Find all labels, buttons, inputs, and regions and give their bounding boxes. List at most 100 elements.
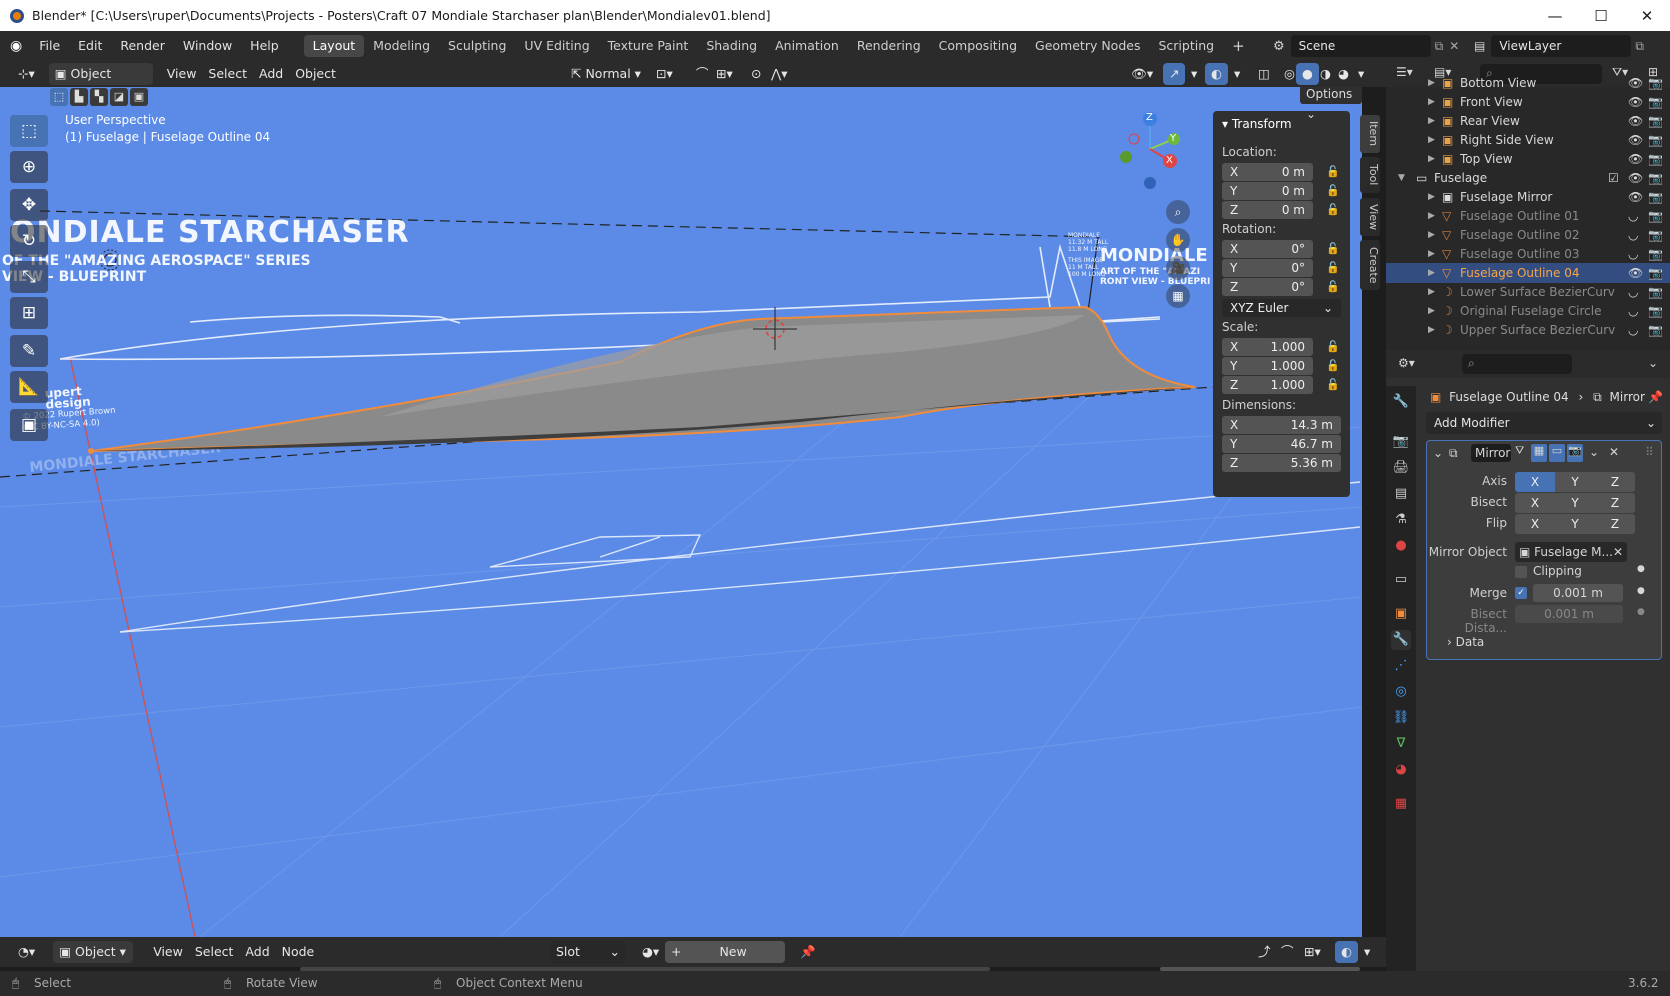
scale-z-field[interactable]: Z 1.000 xyxy=(1222,376,1313,394)
location-x-field[interactable]: X 0 m xyxy=(1222,163,1313,181)
measure-tool-icon[interactable]: 📐 xyxy=(10,371,48,403)
minimize-button[interactable]: — xyxy=(1532,0,1578,31)
outliner-item[interactable]: ▶ ▣ Right Side View 👁 📷 xyxy=(1386,130,1670,150)
drag-handle-icon[interactable]: ⠿ xyxy=(1645,445,1654,459)
chevron-right-icon[interactable]: ▶ xyxy=(1428,192,1435,202)
snap-target-icon[interactable]: ⊞▾ xyxy=(710,63,739,85)
dimensions-y-field[interactable]: Y 46.7 m xyxy=(1222,435,1341,453)
chevron-right-icon[interactable]: ▶ xyxy=(1428,230,1435,240)
menu-edit[interactable]: Edit xyxy=(69,35,111,57)
cursor-tool-icon[interactable]: ⊕ xyxy=(10,151,48,183)
shader-type-dropdown[interactable]: ▣ Object ▾ xyxy=(53,941,134,963)
scale-tool-icon[interactable]: ⤡ xyxy=(10,261,48,293)
keyframe-dot-icon[interactable]: ● xyxy=(1637,607,1645,617)
tab-rendering[interactable]: Rendering xyxy=(848,35,930,57)
outliner-item[interactable]: ▶ ▽ Fuselage Outline 02 ◡ 📷 xyxy=(1386,225,1670,245)
render-camera-icon[interactable]: 📷 xyxy=(1648,228,1663,242)
mirror-object-field[interactable]: ▣ Fuselage M... ✕ xyxy=(1515,542,1627,562)
render-camera-icon[interactable]: 📷 xyxy=(1648,247,1663,261)
lock-icon[interactable]: 🔓 xyxy=(1326,184,1340,197)
add-modifier-dropdown[interactable]: Add Modifier ⌄ xyxy=(1426,412,1662,434)
sidetab-tool[interactable]: Tool xyxy=(1360,157,1380,193)
merge-distance-field[interactable]: 0.001 m xyxy=(1533,584,1623,602)
scale-x-field[interactable]: X 1.000 xyxy=(1222,338,1313,356)
bisect-z-toggle[interactable]: Z xyxy=(1595,493,1635,513)
falloff-icon[interactable]: ⋀▾ xyxy=(765,63,794,85)
flip-x-toggle[interactable]: X xyxy=(1515,514,1555,534)
rotate-tool-icon[interactable]: ↻ xyxy=(10,225,48,257)
bisect-distance-field[interactable]: 0.001 m xyxy=(1515,605,1623,623)
editor-type-icon[interactable]: ⊹▾ xyxy=(12,63,41,85)
tab-shading[interactable]: Shading xyxy=(697,35,766,57)
transform-header[interactable]: ▾ Transform xyxy=(1222,117,1292,131)
chevron-right-icon[interactable]: ▶ xyxy=(1428,135,1435,145)
clear-icon[interactable]: ✕ xyxy=(1613,542,1623,562)
tab-sculpting[interactable]: Sculpting xyxy=(439,35,515,57)
visibility-eye-icon[interactable]: ◡ xyxy=(1628,285,1638,299)
physics-tab-icon[interactable]: ◎ xyxy=(1391,682,1411,702)
visibility-eye-icon[interactable]: ◡ xyxy=(1628,247,1638,261)
outliner-item[interactable]: ▼ ▭ Fuselage ☑ 👁 📷 xyxy=(1386,168,1670,188)
gizmo-dropdown-icon[interactable]: ▾ xyxy=(1185,63,1203,85)
pin-icon[interactable]: 📌 xyxy=(1648,390,1663,404)
tab-layout[interactable]: Layout xyxy=(303,35,365,57)
output-tab-icon[interactable]: 🖨 xyxy=(1391,458,1411,478)
visibility-eye-icon[interactable]: 👁 xyxy=(1628,133,1643,147)
render-camera-icon[interactable]: 📷 xyxy=(1648,152,1663,166)
lock-icon[interactable]: 🔓 xyxy=(1326,340,1340,353)
collapse-chevron-icon[interactable]: ⌄ xyxy=(1433,446,1443,460)
visibility-eye-icon[interactable]: ◡ xyxy=(1628,209,1638,223)
chevron-right-icon[interactable]: ▶ xyxy=(1428,306,1435,316)
outliner-item[interactable]: ▶ ▽ Fuselage Outline 01 ◡ 📷 xyxy=(1386,206,1670,226)
flip-z-toggle[interactable]: Z xyxy=(1595,514,1635,534)
chevron-right-icon[interactable]: ▶ xyxy=(1428,287,1435,297)
menu-add[interactable]: Add xyxy=(253,63,289,85)
modifier-menu-icon[interactable]: ⌄ xyxy=(1589,445,1599,459)
outliner-item[interactable]: ▶ ▣ Bottom View 👁 📷 xyxy=(1386,73,1670,93)
pivot-icon[interactable]: ⊡▾ xyxy=(650,63,679,85)
tab-texture-paint[interactable]: Texture Paint xyxy=(599,35,698,57)
outliner-item[interactable]: ▶ ▣ Top View 👁 📷 xyxy=(1386,149,1670,169)
outliner-item[interactable]: ▶ ☽ Original Fuselage Circle ◡ 📷 xyxy=(1386,301,1670,321)
menu-render[interactable]: Render xyxy=(111,35,174,57)
add-workspace-icon[interactable]: + xyxy=(1223,35,1254,57)
texture-tab-icon[interactable]: ▦ xyxy=(1391,794,1411,814)
menu-help[interactable]: Help xyxy=(241,35,288,57)
xray-icon[interactable]: ◫ xyxy=(1252,63,1276,85)
outliner-item[interactable]: ▶ ▣ Fuselage Mirror 👁 📷 xyxy=(1386,187,1670,207)
tab-scripting[interactable]: Scripting xyxy=(1149,35,1223,57)
select-box-tool-icon[interactable]: ⬚ xyxy=(10,115,48,147)
delete-modifier-icon[interactable]: ✕ xyxy=(1609,445,1619,459)
menu-add[interactable]: Add xyxy=(239,941,275,963)
location-z-field[interactable]: Z 0 m xyxy=(1222,201,1313,219)
data-tab-icon[interactable]: ∇ xyxy=(1391,734,1411,754)
chevron-down-icon[interactable]: ▼ xyxy=(1398,173,1405,183)
outliner-item[interactable]: ▶ ▣ Rear View 👁 📷 xyxy=(1386,111,1670,131)
axis-y-toggle[interactable]: Y xyxy=(1555,472,1595,492)
mode-dropdown[interactable]: ▣ Object Mode ▾ xyxy=(48,63,153,103)
new-scene-icon[interactable]: ⧉ xyxy=(1435,39,1444,54)
render-camera-icon[interactable]: 📷 xyxy=(1648,133,1663,147)
pin-icon[interactable]: 📌 xyxy=(794,941,822,963)
overlays-dropdown-icon[interactable]: ▾ xyxy=(1358,941,1376,963)
options-dropdown[interactable]: Options ⌄ xyxy=(1300,87,1362,121)
render-camera-icon[interactable]: 📷 xyxy=(1648,323,1663,337)
chevron-right-icon[interactable]: ▶ xyxy=(1428,97,1435,107)
properties-search-input[interactable]: ⌕ xyxy=(1462,354,1572,374)
parent-node-tree-icon[interactable]: ⤴ xyxy=(1252,941,1277,963)
visibility-eye-icon[interactable]: 👁 xyxy=(1628,114,1643,128)
visibility-eye-icon[interactable]: 👁 xyxy=(1628,190,1643,204)
select-intersect-icon[interactable]: ▣ xyxy=(130,88,148,106)
render-camera-icon[interactable]: 📷 xyxy=(1648,266,1663,280)
chevron-right-icon[interactable]: ▶ xyxy=(1428,211,1435,221)
visibility-eye-icon[interactable]: 👁 xyxy=(1628,152,1643,166)
lock-icon[interactable]: 🔓 xyxy=(1326,203,1340,216)
bisect-x-toggle[interactable]: X xyxy=(1515,493,1555,513)
outliner-item[interactable]: ▶ ☽ Upper Surface BezierCurv ◡ 📷 xyxy=(1386,320,1670,340)
chevron-right-icon[interactable]: ▶ xyxy=(1428,325,1435,335)
add-cube-tool-icon[interactable]: ▣ xyxy=(10,409,48,441)
menu-select[interactable]: Select xyxy=(189,941,240,963)
visibility-eye-icon[interactable]: 👁 xyxy=(1628,171,1643,185)
material-browse-icon[interactable]: ◕▾ xyxy=(636,941,665,963)
properties-options-icon[interactable]: ⌄ xyxy=(1648,356,1658,370)
